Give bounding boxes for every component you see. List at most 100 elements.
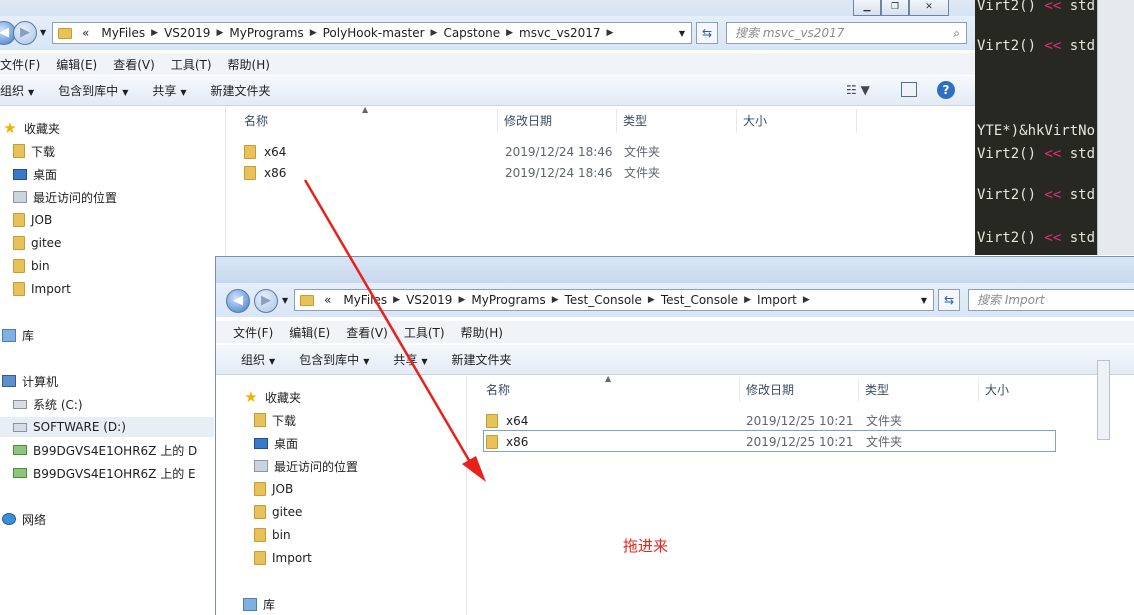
nav-job[interactable]: JOB [254, 479, 293, 499]
chevron-right-icon[interactable]: ▶ [310, 28, 317, 38]
front-window-scrollbar[interactable] [1097, 360, 1110, 440]
menu-file[interactable]: 文件(F) [0, 56, 48, 73]
nav-network-drive-e[interactable]: B99DGVS4E1OHR6Z 上的 E [13, 463, 196, 483]
history-dropdown-icon[interactable]: ▼ [40, 28, 46, 37]
maximize-button[interactable]: ❐ [881, 0, 909, 16]
organize-button[interactable]: 组织 ▼ [216, 351, 287, 368]
breadcrumb-test-console-sub[interactable]: Test_Console [655, 293, 744, 307]
nav-drive-c[interactable]: 系统 (C:) [13, 394, 83, 414]
column-name[interactable]: 名称 [480, 378, 740, 402]
column-size[interactable]: 大小 [737, 109, 857, 133]
nav-bin[interactable]: bin [13, 256, 50, 276]
front-address-bar[interactable]: « MyFiles ▶ VS2019 ▶ MyPrograms ▶ Test_Cons… [294, 289, 934, 311]
organize-button[interactable]: 组织 ▼ [0, 82, 46, 99]
menu-help[interactable]: 帮助(H) [453, 324, 511, 341]
breadcrumb-import[interactable]: Import [751, 293, 803, 307]
nav-import[interactable]: Import [254, 548, 312, 568]
file-row[interactable]: x86 2019/12/24 18:46 文件夹 [244, 162, 660, 183]
nav-gitee[interactable]: gitee [13, 233, 61, 253]
nav-drive-d[interactable]: SOFTWARE (D:) [0, 417, 214, 437]
search-icon[interactable]: ⌕ [953, 23, 960, 43]
nav-computer[interactable]: 计算机 [2, 371, 58, 391]
nav-desktop[interactable]: 桌面 [254, 433, 298, 453]
column-type[interactable]: 类型 [859, 378, 979, 402]
nav-import[interactable]: Import [13, 279, 71, 299]
file-row[interactable]: x64 2019/12/25 10:21 文件夹 [486, 410, 902, 431]
nav-desktop[interactable]: 桌面 [13, 164, 57, 184]
view-options-icon[interactable]: ☷ ▼ [846, 83, 870, 97]
menu-edit[interactable]: 编辑(E) [281, 324, 338, 341]
breadcrumb-myfiles[interactable]: MyFiles [95, 26, 151, 40]
forward-arrow-icon[interactable]: ▶ [13, 21, 37, 45]
nav-recent[interactable]: 最近访问的位置 [254, 456, 358, 476]
breadcrumb-overflow[interactable]: « [318, 293, 337, 307]
breadcrumb-capstone[interactable]: Capstone [437, 26, 506, 40]
nav-downloads[interactable]: 下载 [254, 410, 296, 430]
history-dropdown-icon[interactable]: ▼ [282, 296, 288, 305]
preview-pane-icon[interactable] [901, 82, 917, 97]
nav-libraries[interactable]: 库 [243, 594, 275, 614]
front-search-input[interactable]: 搜索 Import [968, 289, 1134, 311]
menu-tools[interactable]: 工具(T) [396, 324, 453, 341]
chevron-right-icon[interactable]: ▶ [458, 295, 465, 305]
minimize-button[interactable]: ▁ [853, 0, 881, 16]
refresh-icon[interactable]: ⇆ [696, 22, 718, 44]
file-row[interactable]: x86 2019/12/25 10:21 文件夹 [486, 431, 902, 452]
refresh-icon[interactable]: ⇆ [938, 289, 960, 311]
breadcrumb-myprograms[interactable]: MyPrograms [465, 293, 551, 307]
nav-network-drive-d[interactable]: B99DGVS4E1OHR6Z 上的 D [13, 440, 197, 460]
chevron-right-icon[interactable]: ▶ [506, 28, 513, 38]
breadcrumb-test-console[interactable]: Test_Console [559, 293, 648, 307]
breadcrumb-msvc[interactable]: msvc_vs2017 [513, 26, 607, 40]
address-dropdown-icon[interactable]: ▼ [673, 29, 691, 38]
editor-scrollbar[interactable] [1097, 0, 1134, 255]
nav-bin[interactable]: bin [254, 525, 291, 545]
chevron-right-icon[interactable]: ▶ [393, 295, 400, 305]
chevron-right-icon[interactable]: ▶ [607, 28, 614, 38]
chevron-right-icon[interactable]: ▶ [552, 295, 559, 305]
nav-favorites[interactable]: ★ 收藏夹 [243, 387, 301, 407]
new-folder-button[interactable]: 新建文件夹 [440, 351, 524, 368]
column-modified[interactable]: 修改日期 [498, 109, 617, 133]
breadcrumb-overflow[interactable]: « [76, 26, 95, 40]
nav-recent[interactable]: 最近访问的位置 [13, 187, 117, 207]
help-icon[interactable]: ? [937, 81, 955, 99]
chevron-right-icon[interactable]: ▶ [151, 28, 158, 38]
nav-job[interactable]: JOB [13, 210, 52, 230]
breadcrumb-vs2019[interactable]: VS2019 [158, 26, 216, 40]
back-arrow-icon[interactable]: ◀ [226, 289, 250, 313]
nav-network[interactable]: 网络 [2, 509, 46, 529]
chevron-right-icon[interactable]: ▶ [803, 295, 810, 305]
column-size[interactable]: 大小 [979, 378, 1099, 402]
nav-gitee[interactable]: gitee [254, 502, 302, 522]
menu-help[interactable]: 帮助(H) [220, 56, 278, 73]
menu-view[interactable]: 查看(V) [338, 324, 396, 341]
breadcrumb-myfiles[interactable]: MyFiles [337, 293, 393, 307]
menu-edit[interactable]: 编辑(E) [48, 56, 105, 73]
chevron-right-icon[interactable]: ▶ [431, 28, 438, 38]
chevron-right-icon[interactable]: ▶ [648, 295, 655, 305]
menu-view[interactable]: 查看(V) [105, 56, 163, 73]
forward-arrow-icon[interactable]: ▶ [254, 289, 278, 313]
chevron-right-icon[interactable]: ▶ [216, 28, 223, 38]
menu-tools[interactable]: 工具(T) [163, 56, 220, 73]
chevron-right-icon[interactable]: ▶ [744, 295, 751, 305]
nav-favorites[interactable]: ★ 收藏夹 [2, 118, 60, 138]
include-in-library-button[interactable]: 包含到库中 ▼ [287, 351, 381, 368]
nav-downloads[interactable]: 下载 [13, 141, 55, 161]
share-button[interactable]: 共享 ▼ [381, 351, 439, 368]
back-search-input[interactable]: 搜索 msvc_vs2017 ⌕ [726, 22, 967, 44]
back-address-bar[interactable]: « MyFiles ▶ VS2019 ▶ MyPrograms ▶ PolyHook-… [52, 22, 692, 44]
new-folder-button[interactable]: 新建文件夹 [199, 82, 283, 99]
file-row[interactable]: x64 2019/12/24 18:46 文件夹 [244, 141, 660, 162]
menu-file[interactable]: 文件(F) [216, 324, 281, 341]
close-button[interactable]: ✕ [909, 0, 949, 16]
share-button[interactable]: 共享 ▼ [140, 82, 198, 99]
breadcrumb-vs2019[interactable]: VS2019 [400, 293, 458, 307]
column-type[interactable]: 类型 [617, 109, 737, 133]
breadcrumb-polyhook[interactable]: PolyHook-master [317, 26, 431, 40]
breadcrumb-myprograms[interactable]: MyPrograms [223, 26, 309, 40]
address-dropdown-icon[interactable]: ▼ [915, 296, 933, 305]
nav-libraries[interactable]: 库 [2, 325, 34, 345]
column-modified[interactable]: 修改日期 [740, 378, 859, 402]
